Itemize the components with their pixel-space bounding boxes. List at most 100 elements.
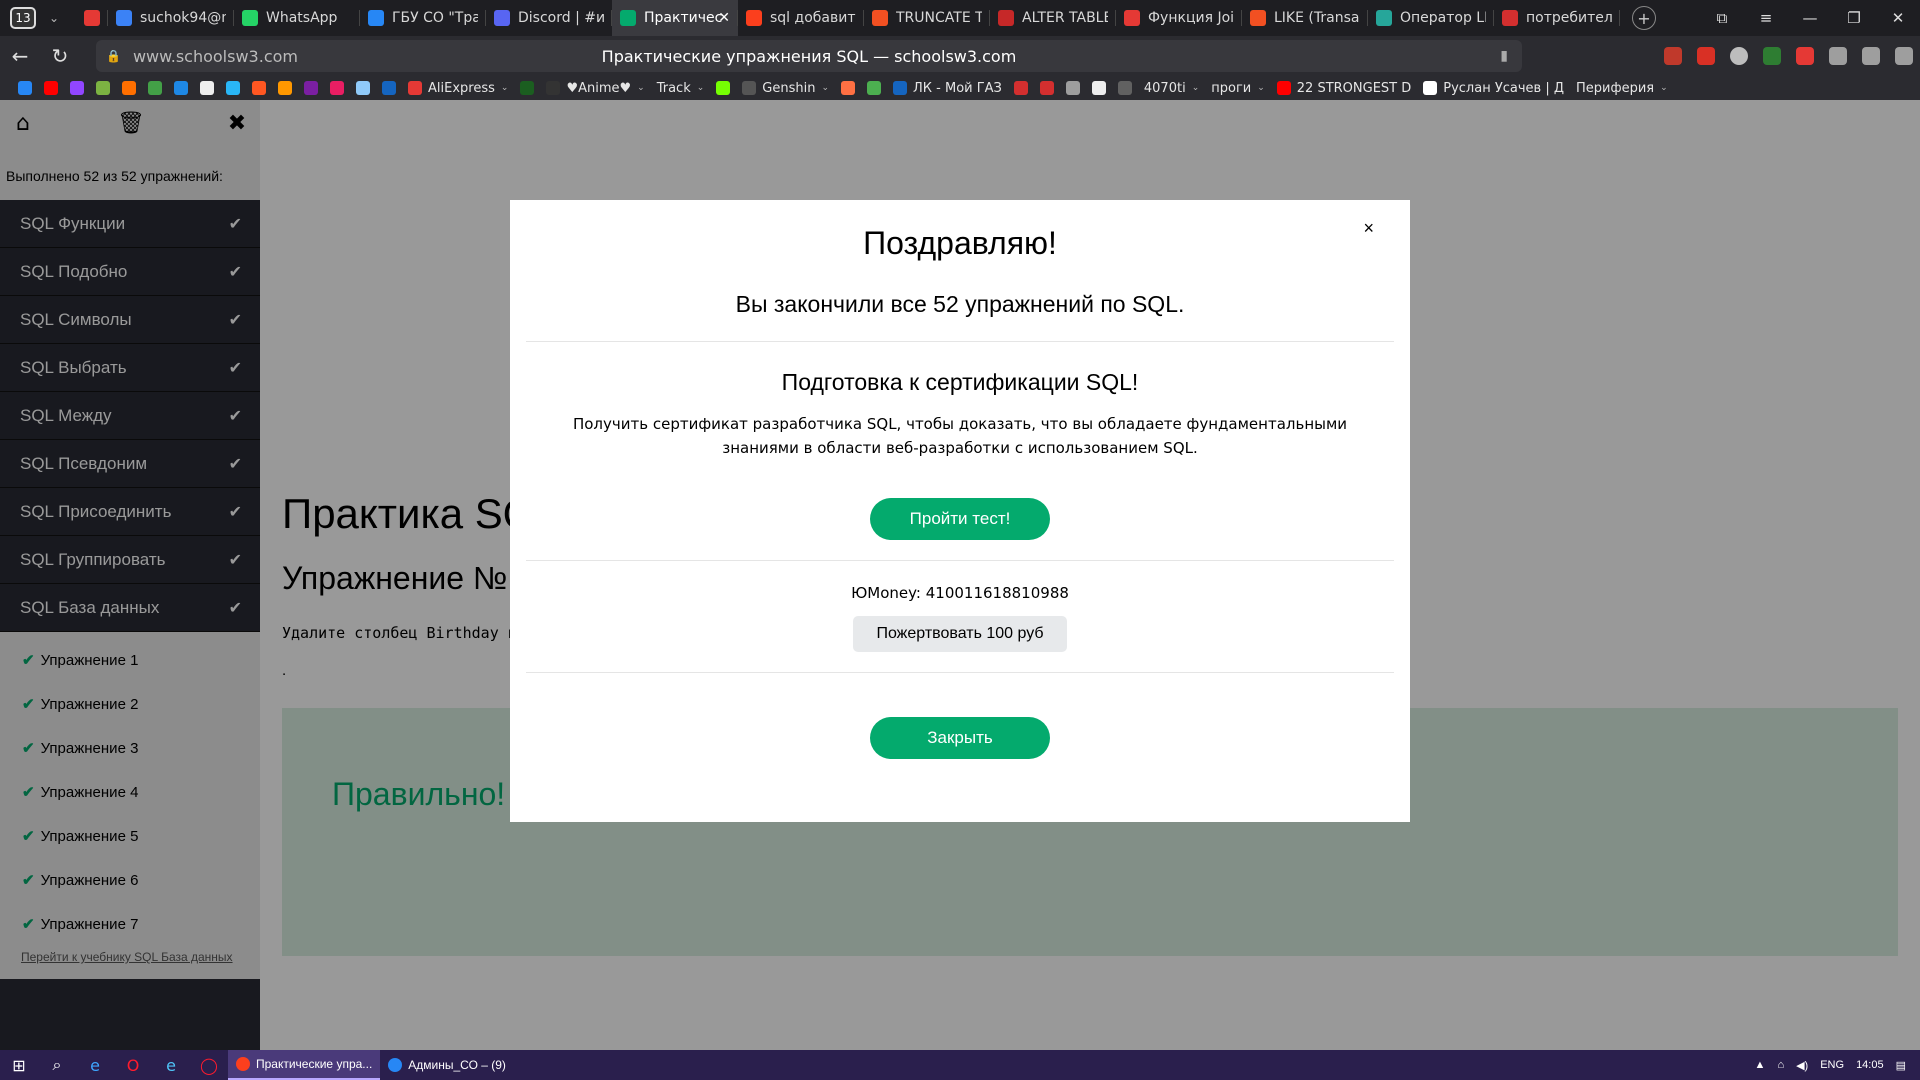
modal-close-button[interactable]: Закрыть (870, 717, 1050, 759)
reload-button[interactable]: ↻ (40, 44, 80, 68)
bookmark-item[interactable] (304, 81, 318, 95)
edge-icon[interactable]: e (76, 1056, 114, 1075)
extension-icon[interactable] (1722, 47, 1755, 65)
bookmark-item[interactable] (226, 81, 240, 95)
browser-tab[interactable] (78, 0, 108, 36)
bookmark-folder[interactable]: Track ⌄ (657, 81, 705, 96)
bookmark-item[interactable] (200, 81, 214, 95)
extension-icon[interactable] (1656, 47, 1689, 65)
bookmark-folder[interactable]: 4070ti ⌄ (1144, 81, 1199, 96)
chevron-down-icon: ⌄ (637, 83, 645, 93)
bookmark-item[interactable] (1117, 81, 1132, 95)
bookmark-folder[interactable]: AliExpress ⌄ (408, 81, 508, 96)
bookmark-item[interactable] (96, 81, 110, 95)
download-icon[interactable] (1887, 47, 1920, 65)
bookmark-item[interactable] (1065, 81, 1080, 95)
adblock-icon[interactable] (1755, 47, 1788, 65)
tab-label: Функция Join (1148, 10, 1234, 26)
modal-close-icon[interactable]: × (1363, 218, 1374, 239)
bookmark-item[interactable] (330, 81, 344, 95)
bookmark-item[interactable] (70, 81, 84, 95)
taskbar-app-label: Практические упра... (256, 1057, 373, 1071)
divider (526, 341, 1394, 342)
bookmark-favicon-icon (742, 81, 757, 95)
bookmark-folder[interactable]: Периферия ⌄ (1576, 81, 1668, 96)
opera-gx-icon[interactable]: ◯ (190, 1056, 228, 1075)
browser-tab[interactable]: suchok94@m (108, 0, 234, 36)
bookmark-item[interactable] (520, 81, 535, 95)
bookmark-item[interactable] (382, 81, 396, 95)
browser-tab[interactable]: sql добавить (738, 0, 864, 36)
bookmark-item[interactable] (44, 81, 58, 95)
bookmark-item[interactable]: ЛК - Мой ГАЗ (893, 81, 1002, 96)
bookmark-item[interactable] (867, 81, 882, 95)
tab-search-icon[interactable]: ⧉ (1700, 9, 1744, 27)
language-indicator[interactable]: ENG (1820, 1059, 1844, 1071)
tabs-menu-chevron-icon[interactable]: ⌄ (42, 11, 66, 25)
tab-favicon-icon (242, 10, 258, 26)
url-field[interactable]: 🔒 www.schoolsw3.com Практические упражне… (96, 40, 1522, 72)
restore-button[interactable]: ❐ (1832, 9, 1876, 27)
take-test-button[interactable]: Пройти тест! (870, 498, 1050, 540)
bookmark-label: 4070ti (1143, 80, 1186, 96)
browser-tab[interactable]: ALTER TABLE (990, 0, 1116, 36)
bookmark-icon[interactable]: ▮ (1500, 48, 1508, 64)
clock[interactable]: 14:05 (1856, 1059, 1884, 1071)
bookmark-item[interactable]: Руслан Усачев | Д (1423, 81, 1564, 96)
bookmark-item[interactable] (174, 81, 188, 95)
browser-tab[interactable]: Оператор LI (1368, 0, 1494, 36)
search-icon[interactable]: ⌕ (38, 1055, 76, 1075)
bookmark-folder[interactable]: ♥Anime♥ ⌄ (546, 81, 645, 96)
window-controls: ⧉ ≡ — ❐ ✕ (1700, 0, 1920, 36)
bookmark-label: ЛК - Мой ГАЗ (913, 80, 1002, 96)
bookmark-item[interactable] (1013, 81, 1028, 95)
tab-count-button[interactable]: 13 (10, 7, 36, 29)
tab-close-icon[interactable]: ✕ (718, 10, 730, 26)
collections-icon[interactable] (1854, 47, 1887, 65)
bookmark-item[interactable] (252, 81, 266, 95)
bookmark-item[interactable]: 22 STRONGEST D (1276, 81, 1411, 96)
taskbar-app[interactable]: Практические упра... (228, 1050, 381, 1080)
browser-tab[interactable]: LIKE (Transac (1242, 0, 1368, 36)
browser-tab[interactable]: Discord | #ин (486, 0, 612, 36)
back-button[interactable]: ← (0, 44, 40, 68)
tab-label: suchok94@m (140, 10, 226, 26)
opera-icon[interactable]: O (114, 1056, 152, 1075)
bookmark-folder[interactable]: Genshin ⌄ (742, 81, 829, 96)
tab-label: ГБУ СО "Тра (392, 10, 478, 26)
menu-icon[interactable]: ≡ (1744, 9, 1788, 27)
browser-tab[interactable]: TRUNCATE T (864, 0, 990, 36)
gmail-icon[interactable] (1689, 47, 1722, 65)
browser-tab[interactable]: WhatsApp (234, 0, 360, 36)
bookmark-item[interactable] (716, 81, 731, 95)
browser-tab[interactable]: ГБУ СО "Тра (360, 0, 486, 36)
bookmark-item[interactable] (278, 81, 292, 95)
bookmark-folder[interactable]: проги ⌄ (1211, 81, 1265, 96)
browser-tab[interactable]: Практичес ✕ (612, 0, 738, 36)
puzzle-icon[interactable] (1821, 47, 1854, 65)
new-tab-button[interactable]: + (1632, 6, 1656, 30)
bookmark-item[interactable] (841, 81, 856, 95)
bookmark-item[interactable] (122, 81, 136, 95)
ie-icon[interactable]: e (152, 1056, 190, 1075)
browser-tab[interactable]: Функция Join (1116, 0, 1242, 36)
divider (526, 672, 1394, 673)
extensions-area (1656, 36, 1920, 76)
volume-icon[interactable]: ◀) (1796, 1059, 1808, 1072)
extension-icon[interactable] (1788, 47, 1821, 65)
donate-button[interactable]: Пожертвовать 100 руб (853, 616, 1067, 652)
bookmark-item[interactable] (148, 81, 162, 95)
close-window-button[interactable]: ✕ (1876, 9, 1920, 27)
taskbar-app[interactable]: Админы_СО – (9) (380, 1050, 514, 1080)
start-icon[interactable]: ⊞ (0, 1056, 38, 1075)
network-icon[interactable]: ⌂ (1777, 1059, 1784, 1071)
bookmark-favicon-icon (1117, 81, 1132, 95)
bookmark-item[interactable] (1091, 81, 1106, 95)
bookmark-item[interactable] (18, 81, 32, 95)
browser-tab[interactable]: потребители (1494, 0, 1620, 36)
notifications-icon[interactable]: ▤ (1896, 1059, 1906, 1072)
bookmark-item[interactable] (1039, 81, 1054, 95)
minimize-button[interactable]: — (1788, 9, 1832, 27)
bookmark-item[interactable] (356, 81, 370, 95)
tray-icon[interactable]: ▲ (1755, 1059, 1766, 1071)
